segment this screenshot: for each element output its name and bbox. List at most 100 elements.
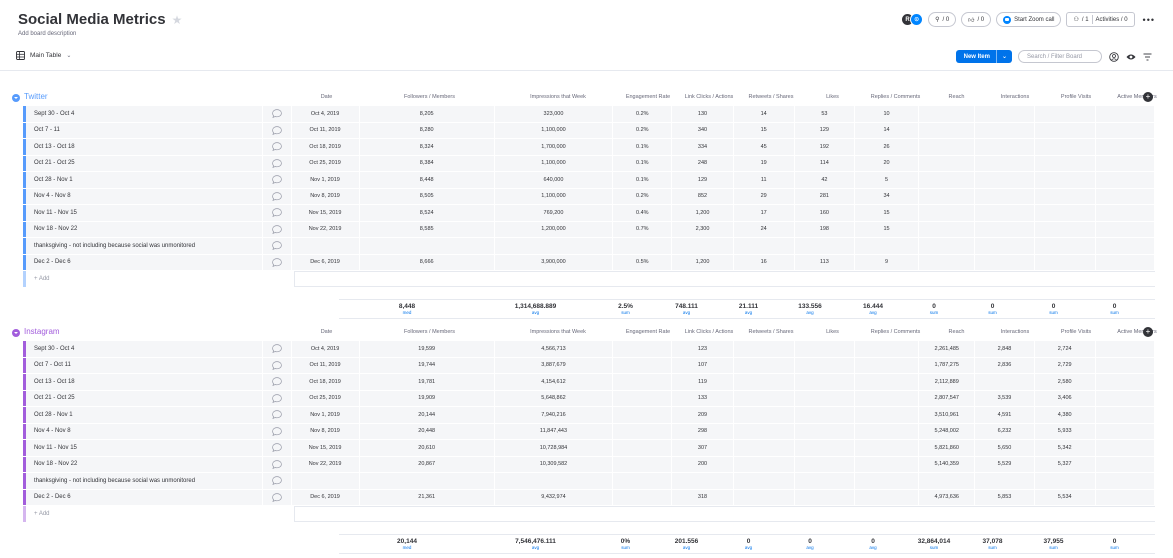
table-row[interactable]: Nov 4 - Nov 8 Nov 8, 2019 20,448 11,847,443… (23, 423, 1155, 440)
table-cell[interactable] (855, 473, 920, 489)
column-header[interactable]: Engagement Rate (618, 94, 678, 100)
table-cell[interactable] (795, 390, 855, 406)
table-cell[interactable]: 334 (672, 139, 734, 155)
table-row[interactable]: Dec 2 - Dec 6 Dec 6, 2019 8,666 3,900,000 0.… (23, 254, 1155, 271)
table-cell[interactable]: 0.2% (613, 188, 673, 204)
table-cell[interactable] (1096, 456, 1155, 472)
eye-icon[interactable] (1125, 51, 1136, 62)
table-cell[interactable]: 15 (855, 221, 920, 237)
summary-function[interactable]: sum (988, 545, 997, 550)
table-cell[interactable]: 20,448 (360, 423, 495, 439)
table-cell[interactable]: 6,232 (975, 423, 1035, 439)
table-cell[interactable]: 2,836 (975, 357, 1035, 373)
table-cell[interactable]: 129 (672, 172, 734, 188)
summary-function[interactable]: avg (869, 310, 876, 315)
column-header[interactable]: Followers / Members (361, 94, 498, 100)
column-header[interactable]: Replies / Comments (863, 329, 928, 335)
updates-icon[interactable] (263, 473, 292, 489)
column-header[interactable]: Date (292, 329, 361, 335)
table-cell[interactable] (613, 473, 673, 489)
table-cell[interactable] (1096, 155, 1155, 171)
table-cell[interactable] (975, 254, 1035, 270)
updates-icon[interactable] (263, 423, 292, 439)
table-cell[interactable]: 8,280 (360, 122, 495, 138)
table-cell[interactable] (360, 238, 495, 254)
table-cell[interactable] (613, 390, 673, 406)
view-selector[interactable]: Main Table ⌄ (16, 51, 71, 60)
table-cell[interactable]: Oct 11, 2019 (292, 122, 360, 138)
table-cell[interactable]: 160 (795, 205, 855, 221)
table-cell[interactable] (672, 238, 734, 254)
table-cell[interactable]: Dec 6, 2019 (292, 254, 360, 270)
table-cell[interactable]: 3,887,679 (495, 357, 614, 373)
table-cell[interactable]: 4,380 (1035, 407, 1096, 423)
members-activity-box[interactable]: ⚇ / 1 Activities / 0 (1066, 12, 1135, 27)
table-cell[interactable]: 119 (672, 374, 734, 390)
table-row[interactable]: Oct 28 - Nov 1 Nov 1, 2019 20,144 7,940,216… (23, 407, 1155, 424)
table-cell[interactable] (1096, 473, 1155, 489)
table-cell[interactable]: 7,940,216 (495, 407, 614, 423)
item-name[interactable]: Nov 18 - Nov 22 (25, 221, 263, 237)
summary-function[interactable]: med (403, 310, 412, 315)
table-cell[interactable]: 5,650 (975, 440, 1035, 456)
table-cell[interactable] (1035, 122, 1096, 138)
table-row[interactable]: Oct 7 - Oct 11 Oct 11, 2019 19,744 3,887,67… (23, 357, 1155, 374)
table-cell[interactable]: 34 (855, 188, 920, 204)
column-header[interactable]: Interactions (985, 329, 1045, 335)
table-cell[interactable]: 11,847,443 (495, 423, 614, 439)
updates-icon[interactable] (263, 205, 292, 221)
group-title[interactable]: Instagram (24, 327, 60, 336)
table-cell[interactable] (855, 489, 920, 505)
table-cell[interactable]: Oct 11, 2019 (292, 357, 360, 373)
table-cell[interactable]: 19,781 (360, 374, 495, 390)
table-cell[interactable] (919, 254, 976, 270)
add-item-row[interactable]: + Add (23, 506, 1155, 523)
chevron-down-icon[interactable]: ⌄ (995, 50, 1012, 63)
table-cell[interactable]: Oct 4, 2019 (292, 341, 360, 357)
table-cell[interactable]: 2,261,485 (919, 341, 976, 357)
table-cell[interactable] (1096, 238, 1155, 254)
column-header[interactable]: Impressions that Week (498, 329, 618, 335)
table-cell[interactable] (1096, 341, 1155, 357)
table-cell[interactable]: 10,309,582 (495, 456, 614, 472)
column-header[interactable]: Likes (802, 329, 863, 335)
table-cell[interactable] (613, 407, 673, 423)
add-column-icon[interactable]: + (1143, 327, 1153, 337)
table-row[interactable]: thanksgiving - not including because soc… (23, 473, 1155, 490)
table-cell[interactable]: 130 (672, 106, 734, 122)
table-cell[interactable]: 8,448 (360, 172, 495, 188)
summary-function[interactable]: avg (745, 310, 752, 315)
table-cell[interactable]: 10 (855, 106, 920, 122)
table-cell[interactable]: 852 (672, 188, 734, 204)
table-cell[interactable]: 5,534 (1035, 489, 1096, 505)
table-cell[interactable]: Oct 25, 2019 (292, 390, 360, 406)
table-cell[interactable] (855, 390, 920, 406)
table-cell[interactable] (919, 139, 976, 155)
column-header[interactable]: Active Members (1107, 329, 1167, 335)
chevron-down-icon[interactable] (12, 329, 20, 337)
updates-icon[interactable] (263, 188, 292, 204)
table-cell[interactable]: Nov 8, 2019 (292, 188, 360, 204)
table-cell[interactable]: 1,200 (672, 205, 734, 221)
table-cell[interactable]: 2,848 (975, 341, 1035, 357)
table-cell[interactable] (1096, 254, 1155, 270)
table-cell[interactable] (1096, 390, 1155, 406)
table-cell[interactable] (613, 489, 673, 505)
table-cell[interactable] (292, 238, 360, 254)
more-options-icon[interactable]: ••• (1140, 15, 1155, 25)
table-cell[interactable]: 5,821,860 (919, 440, 976, 456)
summary-function[interactable]: avg (806, 310, 813, 315)
table-cell[interactable]: 21,361 (360, 489, 495, 505)
new-item-button[interactable]: New Item ⌄ (955, 50, 1012, 63)
table-cell[interactable] (734, 238, 795, 254)
star-icon[interactable]: ★ (172, 13, 183, 27)
table-cell[interactable] (734, 374, 795, 390)
table-cell[interactable]: 5,648,862 (495, 390, 614, 406)
table-cell[interactable]: 0.2% (613, 106, 673, 122)
item-name[interactable]: Oct 13 - Oct 18 (25, 374, 263, 390)
table-row[interactable]: Oct 28 - Nov 1 Nov 1, 2019 8,448 640,000 0.1… (23, 172, 1155, 189)
table-cell[interactable]: 20,144 (360, 407, 495, 423)
table-row[interactable]: Oct 13 - Oct 18 Oct 18, 2019 19,781 4,154,6… (23, 374, 1155, 391)
table-cell[interactable] (975, 106, 1035, 122)
summary-function[interactable]: sum (1110, 545, 1119, 550)
